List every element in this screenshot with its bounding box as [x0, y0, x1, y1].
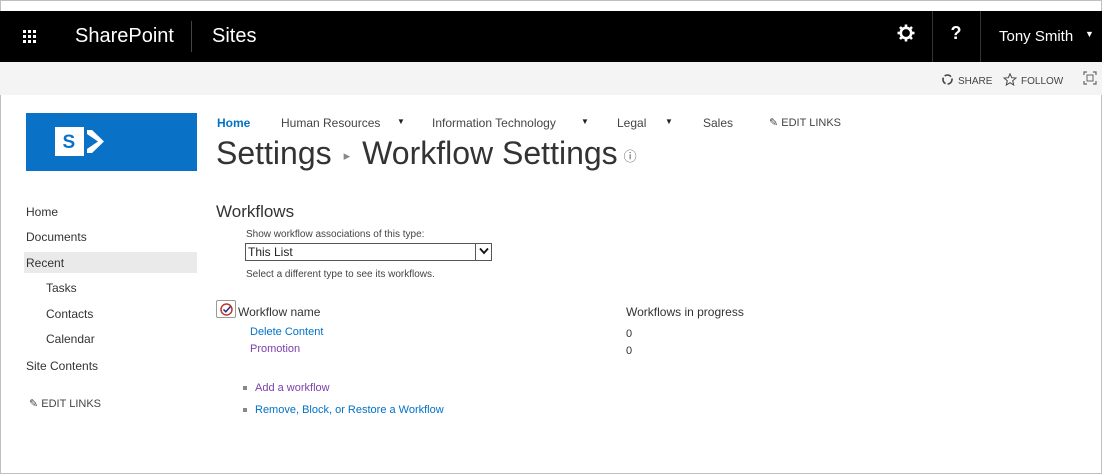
focus-on-content-icon[interactable] — [1083, 71, 1097, 88]
topnav-item-legal[interactable]: Legal — [617, 116, 646, 130]
page-title-current: Workflow Settings — [362, 135, 618, 171]
divider — [932, 11, 933, 62]
nav-item-home[interactable]: Home — [26, 205, 58, 219]
topnav-item-sales[interactable]: Sales — [703, 116, 733, 130]
page-action-bar: SHARE FOLLOW — [0, 62, 1102, 95]
suite-bar: SharePoint Sites ? Tony Smith ▼ — [0, 11, 1102, 62]
share-button[interactable]: SHARE — [941, 73, 992, 89]
topnav-item-information-technology[interactable]: Information Technology — [432, 116, 556, 130]
column-header-in-progress: Workflows in progress — [626, 305, 744, 319]
follow-label: FOLLOW — [1021, 75, 1064, 87]
edit-links-label: EDIT LINKS — [781, 117, 841, 129]
workflow-link-delete-content[interactable]: Delete Content — [250, 326, 323, 338]
left-nav-edit-links[interactable]: ✎ EDIT LINKS — [29, 397, 101, 410]
workflow-icon[interactable] — [216, 300, 236, 318]
info-icon[interactable]: ⓘ — [624, 146, 637, 165]
divider — [980, 11, 981, 62]
section-name[interactable]: Sites — [212, 25, 256, 48]
star-icon — [1002, 72, 1018, 89]
bullet-icon — [243, 386, 247, 390]
app-launcher-icon[interactable] — [15, 23, 43, 49]
site-logo[interactable]: S — [26, 113, 197, 171]
top-nav-edit-links[interactable]: ✎ EDIT LINKS — [769, 116, 841, 129]
filter-hint: Select a different type to see its workf… — [246, 269, 435, 280]
suite-bar-divider — [191, 21, 192, 52]
share-icon — [941, 73, 954, 89]
nav-item-recent[interactable]: Recent — [26, 256, 64, 270]
share-label: SHARE — [958, 75, 993, 87]
workflow-count: 0 — [626, 345, 633, 357]
page-title: Settings ▸ Workflow Settings ⓘ — [216, 135, 637, 172]
workflow-link-promotion[interactable]: Promotion — [250, 343, 300, 355]
nav-item-contacts[interactable]: Contacts — [46, 307, 93, 321]
follow-button[interactable]: FOLLOW — [1002, 72, 1064, 89]
column-header-workflow-name: Workflow name — [238, 305, 321, 319]
add-workflow-link[interactable]: Add a workflow — [255, 382, 330, 394]
breadcrumb-settings[interactable]: Settings — [216, 135, 332, 171]
section-title: Workflows — [216, 202, 295, 221]
dropdown-arrow-icon[interactable] — [475, 244, 491, 260]
select-value: This List — [248, 245, 293, 259]
chevron-down-icon[interactable]: ▼ — [397, 117, 405, 126]
nav-item-site-contents[interactable]: Site Contents — [26, 359, 98, 373]
help-icon[interactable]: ? — [944, 23, 968, 47]
topnav-item-home[interactable]: Home — [217, 116, 250, 130]
chevron-down-icon[interactable]: ▼ — [1085, 29, 1094, 39]
workflow-count: 0 — [626, 328, 633, 340]
bullet-icon — [243, 408, 247, 412]
topnav-item-human-resources[interactable]: Human Resources — [281, 116, 380, 130]
chevron-down-icon[interactable]: ▼ — [665, 117, 673, 126]
nav-item-calendar[interactable]: Calendar — [46, 332, 95, 346]
settings-gear-icon[interactable] — [894, 24, 918, 48]
edit-links-label: EDIT LINKS — [41, 398, 101, 410]
svg-text:S: S — [63, 132, 76, 153]
filter-label: Show workflow associations of this type: — [246, 229, 425, 240]
workflow-type-select[interactable]: This List — [245, 243, 492, 261]
pencil-icon: ✎ — [769, 117, 779, 129]
chevron-down-icon[interactable]: ▼ — [581, 117, 589, 126]
remove-block-restore-workflow-link[interactable]: Remove, Block, or Restore a Workflow — [255, 404, 444, 416]
breadcrumb-separator-icon: ▸ — [343, 147, 351, 163]
pencil-icon: ✎ — [29, 398, 39, 410]
user-menu[interactable]: Tony Smith — [999, 28, 1073, 45]
nav-item-tasks[interactable]: Tasks — [46, 281, 77, 295]
nav-item-documents[interactable]: Documents — [26, 230, 87, 244]
app-name[interactable]: SharePoint — [75, 25, 174, 48]
